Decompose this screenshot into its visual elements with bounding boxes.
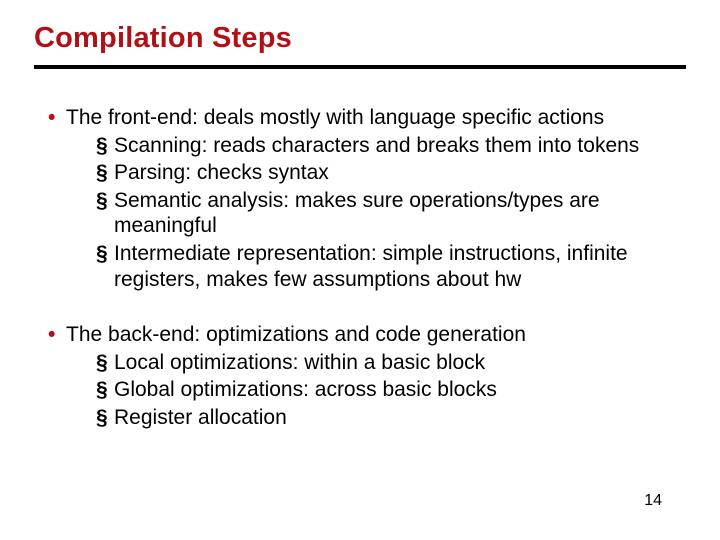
bullet-text: The back-end: optimizations and code gen…	[66, 323, 526, 346]
square-bullet-icon: §	[96, 377, 114, 403]
slide-body: • The front-end: deals mostly with langu…	[34, 105, 686, 431]
square-bullet-icon: §	[96, 405, 114, 431]
sub-bullet-item: § Parsing: checks syntax	[96, 160, 686, 186]
sub-bullet-text: Intermediate representation: simple inst…	[114, 241, 686, 292]
sub-bullet-text: Register allocation	[114, 405, 686, 431]
sub-bullet-text: Local optimizations: within a basic bloc…	[114, 350, 686, 376]
slide-title: Compilation Steps	[34, 22, 686, 55]
bullet-item: • The back-end: optimizations and code g…	[48, 322, 686, 430]
square-bullet-icon: §	[96, 160, 114, 186]
sub-bullet-item: § Scanning: reads characters and breaks …	[96, 133, 686, 159]
sub-bullet-item: § Intermediate representation: simple in…	[96, 241, 686, 292]
slide: Compilation Steps • The front-end: deals…	[0, 0, 720, 540]
disc-bullet-icon: •	[48, 322, 66, 430]
sub-bullet-text: Scanning: reads characters and breaks th…	[114, 133, 686, 159]
sub-list: § Scanning: reads characters and breaks …	[66, 133, 686, 293]
square-bullet-icon: §	[96, 188, 114, 239]
square-bullet-icon: §	[96, 133, 114, 159]
sub-bullet-text: Semantic analysis: makes sure operations…	[114, 188, 686, 239]
bullet-text: The front-end: deals mostly with languag…	[66, 106, 604, 129]
square-bullet-icon: §	[96, 350, 114, 376]
bullet-item: • The front-end: deals mostly with langu…	[48, 105, 686, 292]
sub-bullet-item: § Semantic analysis: makes sure operatio…	[96, 188, 686, 239]
disc-bullet-icon: •	[48, 105, 66, 292]
square-bullet-icon: §	[96, 241, 114, 292]
title-underline	[34, 65, 686, 69]
bullet-content: The front-end: deals mostly with languag…	[66, 105, 686, 292]
sub-bullet-item: § Register allocation	[96, 405, 686, 431]
sub-bullet-text: Parsing: checks syntax	[114, 160, 686, 186]
sub-bullet-item: § Global optimizations: across basic blo…	[96, 377, 686, 403]
page-number: 14	[644, 492, 662, 510]
bullet-content: The back-end: optimizations and code gen…	[66, 322, 686, 430]
sub-list: § Local optimizations: within a basic bl…	[66, 350, 686, 431]
sub-bullet-text: Global optimizations: across basic block…	[114, 377, 686, 403]
sub-bullet-item: § Local optimizations: within a basic bl…	[96, 350, 686, 376]
